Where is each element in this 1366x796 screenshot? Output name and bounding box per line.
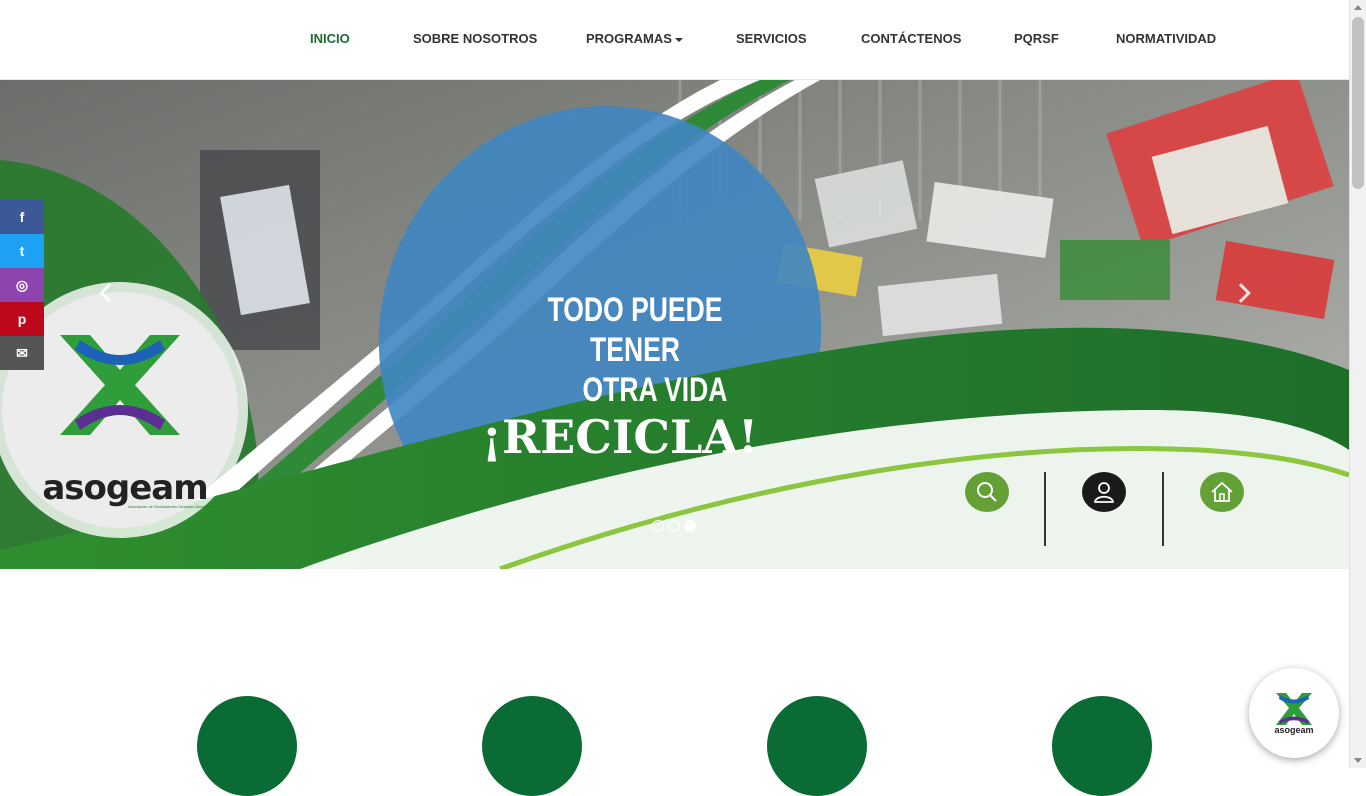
pinterest-button[interactable]: p	[0, 302, 44, 336]
scroll-up-icon[interactable]	[1354, 5, 1362, 10]
slider-dots	[652, 520, 696, 532]
facebook-button[interactable]: f	[0, 200, 44, 234]
nav-normatividad[interactable]: NORMATIVIDAD	[1116, 31, 1216, 46]
headline-line-3: ¡RECICLA!	[481, 410, 759, 464]
home-button[interactable]	[1200, 472, 1244, 512]
user-icon	[1093, 482, 1115, 503]
twitter-button[interactable]: t	[0, 234, 44, 268]
slider-dot-2[interactable]	[668, 520, 680, 532]
nav-contactenos[interactable]: CONTÁCTENOS	[861, 31, 961, 46]
slider-prev-arrow[interactable]	[96, 278, 120, 308]
nav-sobre-nosotros[interactable]: SOBRE NOSOTROS	[413, 31, 537, 46]
asogeam-logo-icon	[1276, 693, 1312, 725]
home-icon	[1211, 481, 1233, 502]
divider	[1044, 472, 1046, 546]
nav-programas-label: PROGRAMAS	[586, 31, 672, 46]
chevron-down-icon	[674, 37, 683, 42]
nav-programas[interactable]: PROGRAMAS	[586, 31, 683, 46]
search-icon	[977, 482, 997, 502]
user-button[interactable]	[1082, 472, 1126, 512]
slider-dot-1[interactable]	[652, 520, 664, 532]
email-icon: ✉	[16, 344, 28, 361]
headline-line-2: OTRA VIDA	[582, 371, 728, 409]
chevron-right-icon	[1231, 283, 1251, 303]
page-scrollbar[interactable]	[1349, 0, 1366, 768]
pinterest-icon: p	[17, 311, 27, 327]
feature-circle-1[interactable]	[197, 696, 297, 796]
nav-pqrsf[interactable]: PQRSF	[1014, 31, 1059, 46]
divider	[1162, 472, 1164, 546]
instagram-icon: ◎	[15, 276, 29, 293]
feature-circle-3[interactable]	[767, 696, 867, 796]
chevron-left-icon	[99, 283, 119, 303]
twitter-icon: t	[19, 243, 25, 259]
facebook-icon: f	[19, 209, 25, 225]
nav-servicios[interactable]: SERVICIOS	[736, 31, 807, 46]
badge-text: asogeam	[1274, 725, 1314, 735]
nav-inicio[interactable]: INICIO	[310, 31, 350, 46]
instagram-button[interactable]: ◎	[0, 268, 44, 302]
social-share-bar: f t ◎ p ✉	[0, 200, 44, 370]
hero-slider: asogeam Asociación de Recicladores Gesto…	[0, 80, 1349, 569]
email-button[interactable]: ✉	[0, 336, 44, 370]
asogeam-logo-subtitle: Asociación de Recicladores Gestores Ambi…	[128, 504, 218, 509]
search-button[interactable]	[965, 472, 1009, 512]
feature-circle-2[interactable]	[482, 696, 582, 796]
asogeam-logo: asogeam	[42, 468, 208, 508]
scroll-down-icon[interactable]	[1354, 758, 1362, 763]
slider-dot-3[interactable]	[684, 520, 696, 532]
top-navbar: INICIO SOBRE NOSOTROS PROGRAMAS SERVICIO…	[0, 0, 1349, 80]
slider-next-arrow[interactable]	[1231, 278, 1256, 308]
headline-line-1: TODO PUEDE TENER	[547, 291, 723, 369]
scroll-thumb[interactable]	[1352, 17, 1364, 189]
floating-logo-badge[interactable]: asogeam	[1249, 668, 1339, 758]
feature-circle-4[interactable]	[1052, 696, 1152, 796]
hero-headline: TODO PUEDE TENER OTRA VIDA ¡RECICLA!	[470, 290, 800, 464]
